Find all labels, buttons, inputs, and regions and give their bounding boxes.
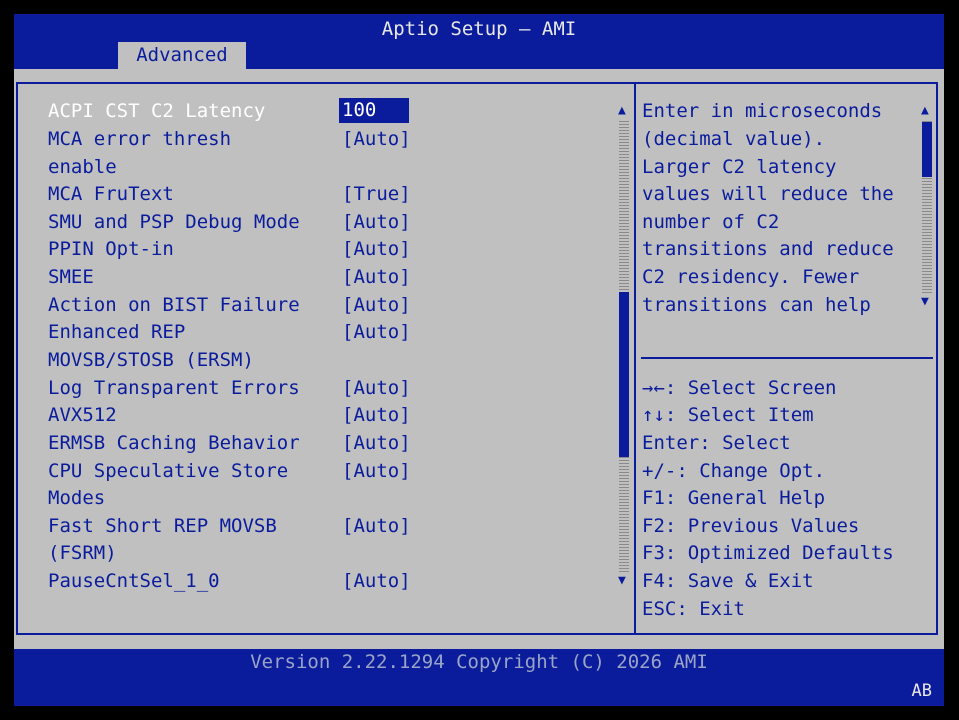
setting-label: MCA error thresh xyxy=(48,128,232,150)
setting-value[interactable]: [Auto] xyxy=(342,263,411,291)
setting-label: ACPI CST C2 Latency xyxy=(48,100,266,122)
setting-label: enable xyxy=(48,156,117,178)
setting-label: Fast Short REP MOVSB xyxy=(48,515,277,537)
status-badge: AB xyxy=(911,681,932,701)
setting-label: Enhanced REP xyxy=(48,321,186,343)
setting-value[interactable]: [True] xyxy=(342,180,411,208)
setting-label: Log Transparent Errors xyxy=(48,377,300,399)
setting-label: CPU Speculative Store xyxy=(48,460,289,482)
setting-value[interactable]: [Auto] xyxy=(342,401,411,429)
help-divider xyxy=(641,357,933,359)
setting-label: SMU and PSP Debug Mode xyxy=(48,211,300,233)
setting-value[interactable]: [Auto] xyxy=(342,235,411,263)
scrollbar-thumb[interactable] xyxy=(922,122,932,177)
setting-label: PauseCntSel_1_0 xyxy=(48,570,220,592)
version-text: Version 2.22.1294 Copyright (C) 2026 AMI xyxy=(250,651,708,673)
key-hint-enter: Enter: Select xyxy=(642,432,791,454)
setting-label: PPIN Opt-in xyxy=(48,238,174,260)
setting-label: AVX512 xyxy=(48,404,117,426)
help-text-line: transitions can help xyxy=(642,294,871,316)
setting-value[interactable]: [Auto] xyxy=(342,318,411,346)
key-hint-select-screen: →←: Select Screen xyxy=(642,377,837,399)
help-text-line: values will reduce the xyxy=(642,183,894,205)
panel-divider-vertical xyxy=(634,82,636,635)
setting-value[interactable]: [Auto] xyxy=(342,291,411,319)
key-hint-escape: ESC: Exit xyxy=(642,598,745,620)
setting-label: SMEE xyxy=(48,266,94,288)
setting-value[interactable]: [Auto] xyxy=(342,567,411,595)
help-text-line: (decimal value). xyxy=(642,128,826,150)
setting-value[interactable]: [Auto] xyxy=(342,374,411,402)
setting-label: MCA FruText xyxy=(48,183,174,205)
tab-advanced[interactable]: Advanced xyxy=(118,42,246,69)
header-bar: Aptio Setup – AMI Advanced xyxy=(14,14,944,69)
help-text-line: Larger C2 latency xyxy=(642,156,837,178)
setting-label: Action on BIST Failure xyxy=(48,294,300,316)
bios-screen: Aptio Setup – AMI Advanced ACPI CST C2 L… xyxy=(0,0,959,720)
help-text-line: Enter in microseconds xyxy=(642,100,883,122)
setting-value[interactable]: [Auto] xyxy=(342,512,411,540)
help-text-line: transitions and reduce xyxy=(642,238,894,260)
help-text-line: number of C2 xyxy=(642,211,780,233)
up-arrow-icon[interactable]: ▲ xyxy=(921,104,929,118)
key-hint-select-item: ↑↓: Select Item xyxy=(642,404,814,426)
setting-label: MOVSB/STOSB (ERSM) xyxy=(48,349,254,371)
setting-label: (FSRM) xyxy=(48,542,117,564)
footer-bar: Version 2.22.1294 Copyright (C) 2026 AMI… xyxy=(14,649,944,706)
help-text-line: C2 residency. Fewer xyxy=(642,266,860,288)
setting-value[interactable]: [Auto] xyxy=(342,429,411,457)
setting-label: ERMSB Caching Behavior xyxy=(48,432,300,454)
down-arrow-icon[interactable]: ▼ xyxy=(618,574,626,588)
key-hint-general-help: F1: General Help xyxy=(642,487,826,509)
key-hint-previous-values: F2: Previous Values xyxy=(642,515,860,537)
key-hint-change-opt: +/-: Change Opt. xyxy=(642,460,826,482)
app-title: Aptio Setup – AMI xyxy=(381,18,577,40)
setting-value[interactable]: [Auto] xyxy=(342,457,411,485)
setting-label: Modes xyxy=(48,487,106,509)
up-arrow-icon[interactable]: ▲ xyxy=(618,104,626,118)
scrollbar-thumb[interactable] xyxy=(619,292,629,457)
down-arrow-icon[interactable]: ▼ xyxy=(921,295,929,309)
setting-value[interactable]: [Auto] xyxy=(342,125,411,153)
acpi-c2-latency-input[interactable]: 100 xyxy=(339,98,409,123)
key-hint-save-exit: F4: Save & Exit xyxy=(642,570,814,592)
setting-value[interactable]: [Auto] xyxy=(342,208,411,236)
key-hint-optimized-defaults: F3: Optimized Defaults xyxy=(642,542,894,564)
